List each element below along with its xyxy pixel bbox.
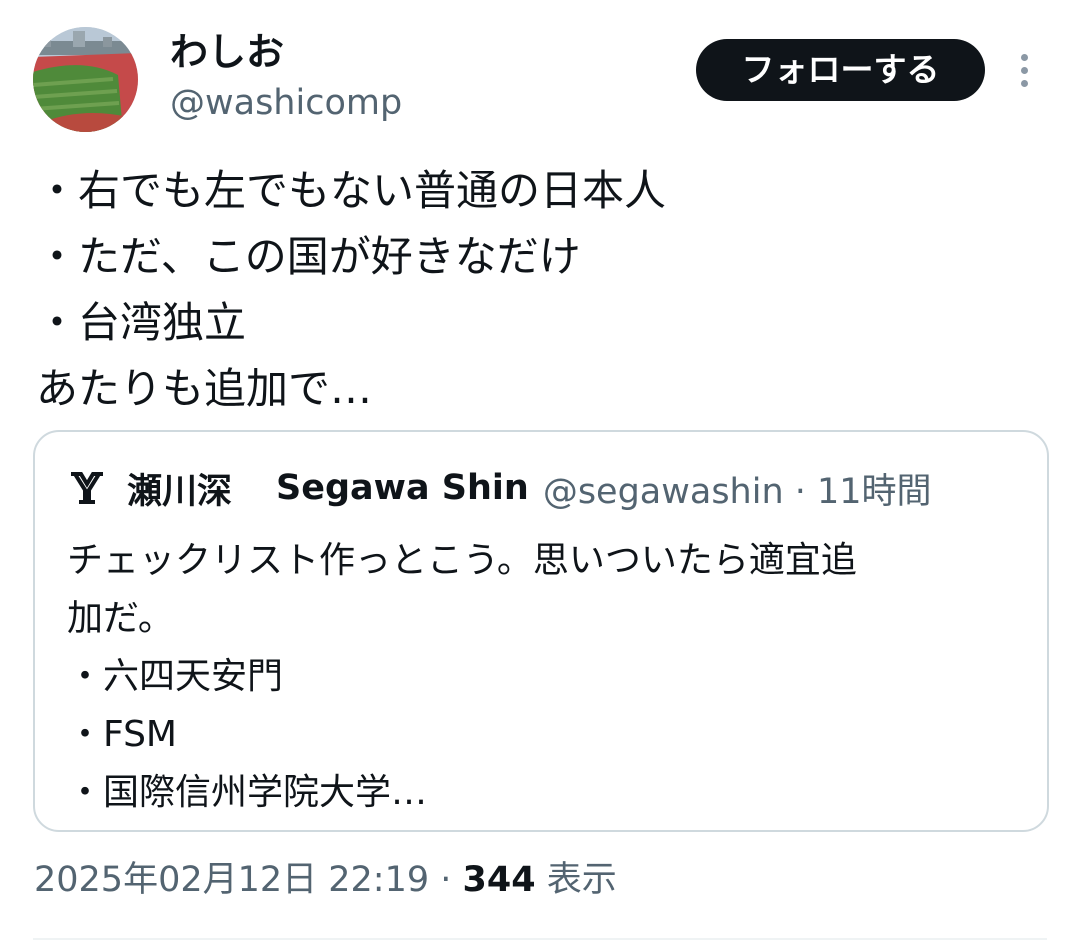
quoted-tweet-text: チェックリスト作っとこう。思いついたら適宜追 加だ。 ・六四天安門 ・FSM ・… — [67, 532, 1027, 822]
tweet-text-line: あたりも追加で… — [36, 364, 373, 413]
views-count: 344 — [462, 860, 536, 900]
tweet-text-line: ・右でも左でもない普通の日本人 — [36, 166, 667, 215]
follow-button[interactable]: フォローする — [696, 39, 985, 101]
author-handle[interactable]: @washicomp — [170, 80, 402, 126]
quoted-tweet-header: 瀬川深 Segawa Shin @segawashin · 11時間 — [69, 465, 932, 512]
stadium-photo-avatar — [33, 27, 138, 132]
tweet-metadata: 2025年02月12日 22:19 · 344 表示 — [34, 852, 617, 908]
quoted-text-line: チェックリスト作っとこう。思いついたら適宜追 — [67, 540, 857, 581]
quoted-author-name-jp: 瀬川深 — [127, 471, 233, 512]
tweet-text-line: ・台湾独立 — [36, 298, 247, 347]
quoted-text-line: ・FSM — [67, 714, 177, 755]
quoted-tweet-card[interactable]: 瀬川深 Segawa Shin @segawashin · 11時間 チェックリ… — [33, 430, 1049, 832]
author-display-name[interactable]: わしお — [170, 28, 284, 76]
quoted-text-line: ・六四天安門 — [67, 656, 284, 697]
tweet-text: ・右でも左でもない普通の日本人 ・ただ、この国が好きなだけ ・台湾独立 あたりも… — [36, 158, 1046, 422]
views-label: 表示 — [535, 860, 617, 900]
quoted-author-handle-time: @segawashin · 11時間 — [542, 471, 932, 512]
quoted-text-line: 加だ。 — [67, 598, 174, 639]
quoted-author-name: Segawa Shin — [276, 468, 529, 508]
tweet-text-line: ・ただ、この国が好きなだけ — [36, 232, 581, 281]
divider — [33, 938, 1047, 940]
more-vertical-icon[interactable] — [1010, 48, 1040, 92]
quoted-text-line: ・国際信州学院大学… — [67, 772, 428, 813]
author-avatar[interactable] — [33, 27, 138, 132]
author-logo-icon — [71, 472, 103, 504]
tweet-timestamp[interactable]: 2025年02月12日 22:19 · — [34, 860, 463, 900]
